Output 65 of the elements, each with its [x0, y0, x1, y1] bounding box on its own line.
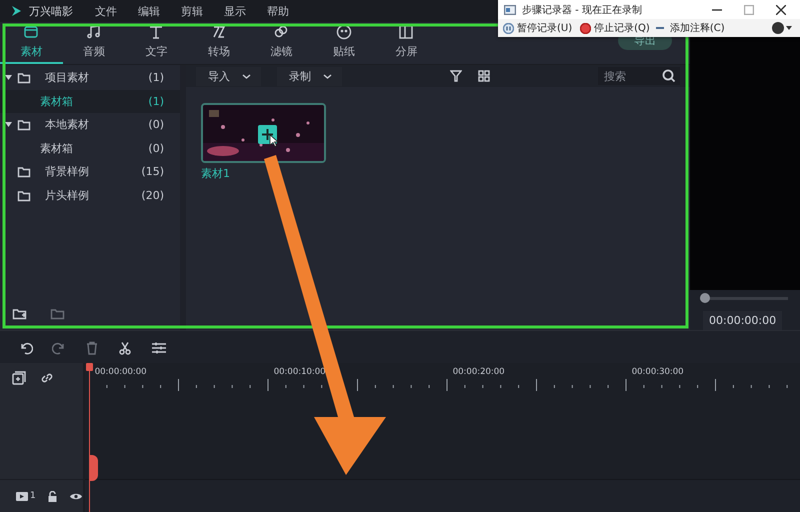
- library-item[interactable]: 本地素材 (0): [0, 113, 180, 136]
- library-item[interactable]: 素材箱 (1): [0, 90, 180, 113]
- menu-item[interactable]: 编辑: [138, 4, 160, 18]
- stop-icon: [580, 22, 592, 34]
- tab[interactable]: 转场: [188, 23, 250, 64]
- video-track-icon: [16, 492, 28, 500]
- folder-icon: [17, 188, 31, 202]
- link-icon[interactable]: [40, 371, 54, 385]
- expand-arrow-icon[interactable]: [5, 74, 12, 82]
- lock-icon[interactable]: [48, 490, 57, 502]
- ruler-time: 00:00:00:00: [94, 367, 147, 377]
- filter-icon[interactable]: [450, 70, 462, 82]
- search-icon[interactable]: [662, 69, 676, 83]
- recorder-title: 步骤记录器 - 现在正在录制: [522, 4, 642, 16]
- dropdown-icon[interactable]: [656, 26, 664, 30]
- redo-icon[interactable]: [52, 341, 66, 355]
- folder-icon: [17, 118, 31, 132]
- eye-icon[interactable]: [68, 492, 83, 500]
- library-item[interactable]: 片头样例 (20): [0, 184, 180, 207]
- caret-icon[interactable]: [786, 26, 792, 30]
- tab[interactable]: 贴纸: [312, 23, 375, 64]
- menu-item[interactable]: 显示: [224, 4, 246, 18]
- ruler-time: 00:00:30:00: [632, 367, 684, 377]
- add-track-icon[interactable]: [12, 371, 26, 385]
- track-number: 1: [30, 491, 36, 501]
- library-item[interactable]: 背景样例 (15): [0, 160, 180, 184]
- scissors-icon[interactable]: [118, 341, 132, 355]
- tab[interactable]: 滤镜: [250, 23, 312, 64]
- app-logo-icon: [9, 4, 23, 18]
- undo-icon[interactable]: [19, 341, 33, 355]
- library-item[interactable]: 素材箱 (0): [0, 136, 180, 160]
- record-dropdown[interactable]: 录制: [277, 66, 342, 86]
- recorder-app-icon: [504, 4, 516, 14]
- menu-item[interactable]: 文件: [95, 4, 117, 18]
- tab[interactable]: 素材: [0, 23, 62, 64]
- pause-icon: [503, 22, 514, 34]
- playback-slider[interactable]: [700, 293, 788, 303]
- search-field[interactable]: 搜索: [598, 67, 680, 85]
- playhead-handle[interactable]: [86, 363, 93, 371]
- close-icon[interactable]: [776, 4, 786, 14]
- tab[interactable]: 分屏: [375, 23, 438, 64]
- caret-icon: [242, 72, 251, 80]
- folder-icon: [17, 71, 31, 84]
- ruler-time: 00:00:20:00: [452, 367, 505, 377]
- caret-icon: [323, 72, 332, 80]
- import-dropdown[interactable]: 导入: [196, 66, 261, 86]
- expand-arrow-icon[interactable]: [5, 121, 12, 128]
- tab[interactable]: 文字: [125, 23, 188, 64]
- tab[interactable]: 音频: [62, 23, 125, 64]
- grid-view-icon[interactable]: [478, 70, 490, 82]
- menu-item[interactable]: 帮助: [267, 4, 289, 18]
- help-icon[interactable]: [772, 22, 784, 34]
- app-name: 万兴喵影: [29, 4, 73, 18]
- folder-icon[interactable]: [50, 307, 66, 321]
- recorder-button[interactable]: 暂停记录(U): [501, 21, 574, 35]
- timecode: 00:00:00:00: [703, 311, 782, 330]
- folder-icon: [17, 165, 31, 178]
- delete-icon[interactable]: [85, 341, 99, 355]
- new-folder-icon[interactable]: [12, 307, 28, 321]
- adjust-icon[interactable]: [151, 341, 167, 355]
- menu-item[interactable]: 剪辑: [181, 4, 203, 18]
- media-name: 素材1: [201, 166, 231, 181]
- cursor-icon: [269, 134, 278, 147]
- ruler-time: 00:00:10:00: [274, 367, 326, 377]
- library-item[interactable]: 项目素材 (1): [0, 66, 180, 90]
